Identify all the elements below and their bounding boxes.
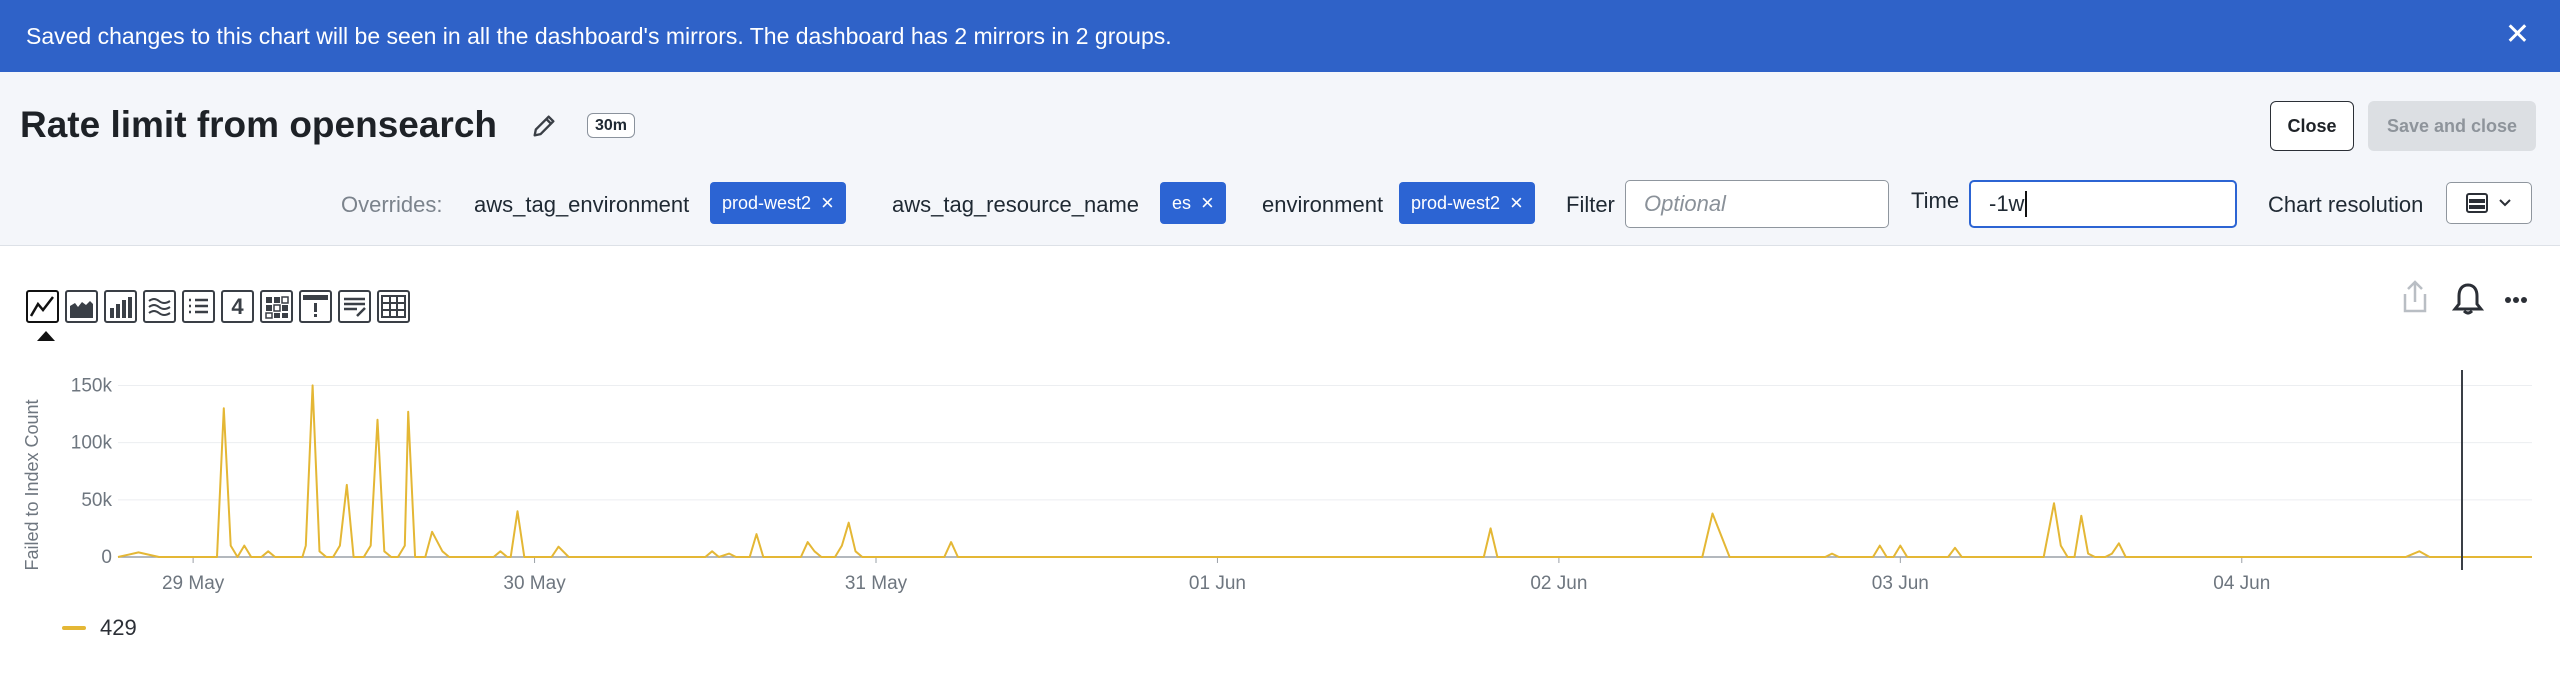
pill-value: es	[1172, 192, 1192, 213]
y-tick-label: 50k	[81, 490, 112, 511]
remove-icon[interactable]: ×	[821, 190, 834, 216]
pencil-icon[interactable]	[530, 112, 558, 140]
chart-resolution-label: Chart resolution	[2268, 192, 2424, 217]
y-tick-label: 150k	[71, 375, 113, 396]
filter-label: Filter	[1566, 192, 1615, 217]
single-value-icon[interactable]: 4	[221, 290, 254, 323]
close-icon[interactable]: ✕	[2505, 20, 2530, 50]
remove-icon[interactable]: ×	[1201, 190, 1214, 216]
filter-placeholder: Optional	[1644, 191, 1726, 216]
x-tick-label: 29 May	[162, 573, 225, 594]
y-tick-label: 0	[101, 547, 112, 568]
chart-type-toolbar: 4	[26, 290, 410, 323]
remove-icon[interactable]: ×	[1510, 190, 1523, 216]
chart-legend: 429	[62, 615, 137, 641]
line-chart: 0 50k 100k 150k 29 May 30 May 31 May 01 Jun 02 …	[22, 370, 2532, 594]
x-tick-label: 31 May	[845, 573, 908, 594]
table-icon[interactable]	[377, 290, 410, 323]
x-tick-label: 03 Jun	[1872, 573, 1929, 594]
save-and-close-button[interactable]: Save and close	[2368, 101, 2536, 151]
override-key-aws-tag-environment: aws_tag_environment	[474, 192, 690, 217]
chart-resolution-dropdown[interactable]	[2446, 182, 2532, 224]
column-chart-icon[interactable]	[104, 290, 137, 323]
override-key-aws-tag-resource-name: aws_tag_resource_name	[892, 192, 1140, 217]
x-tick-label: 04 Jun	[2213, 573, 2270, 594]
time-input[interactable]: -1w	[1969, 180, 2237, 228]
legend-label-429: 429	[100, 615, 137, 640]
line-chart-icon[interactable]	[26, 290, 59, 323]
override-key-environment: environment	[1262, 192, 1384, 217]
more-options-icon[interactable]	[2504, 296, 2528, 304]
legend-swatch-429	[62, 626, 86, 630]
x-tick-label: 30 May	[503, 573, 566, 594]
page-title: Rate limit from opensearch	[20, 104, 498, 145]
heatmap-icon[interactable]	[260, 290, 293, 323]
time-label: Time	[1911, 188, 1960, 213]
x-tick-label: 01 Jun	[1189, 573, 1246, 594]
text-cursor	[2025, 191, 2028, 217]
close-button[interactable]: Close	[2270, 101, 2354, 151]
resolution-icon	[2466, 193, 2488, 213]
time-badge: 30m	[587, 113, 636, 138]
histogram-icon[interactable]	[143, 290, 176, 323]
override-pill-aws-tag-resource-name[interactable]: es ×	[1160, 182, 1226, 224]
chart-header: Rate limit from opensearch 30m Close Sav…	[0, 72, 2560, 246]
pill-value: prod-west2	[1411, 192, 1501, 213]
area-chart-icon[interactable]	[65, 290, 98, 323]
event-feed-icon[interactable]	[299, 290, 332, 323]
mirror-info-banner: Saved changes to this chart will be seen…	[0, 0, 2560, 72]
filter-input[interactable]: Optional	[1625, 180, 1889, 228]
list-icon[interactable]	[182, 290, 215, 323]
override-pill-aws-tag-environment[interactable]: prod-west2 ×	[710, 182, 846, 224]
chevron-down-icon	[2499, 199, 2511, 207]
bell-icon[interactable]	[2452, 282, 2484, 316]
y-tick-label: 100k	[71, 433, 113, 454]
series-429-line	[117, 384, 2532, 558]
overrides-label: Overrides:	[341, 192, 443, 217]
time-value: -1w	[1989, 191, 2025, 216]
banner-message: Saved changes to this chart will be seen…	[26, 22, 1172, 49]
text-note-icon[interactable]	[338, 290, 371, 323]
pill-value: prod-west2	[722, 192, 812, 213]
override-pill-environment[interactable]: prod-west2 ×	[1399, 182, 1535, 224]
x-tick-label: 02 Jun	[1530, 573, 1587, 594]
selected-indicator	[37, 331, 55, 341]
share-icon[interactable]	[2400, 278, 2430, 314]
y-axis-label: Failed to Index Count	[22, 399, 42, 570]
